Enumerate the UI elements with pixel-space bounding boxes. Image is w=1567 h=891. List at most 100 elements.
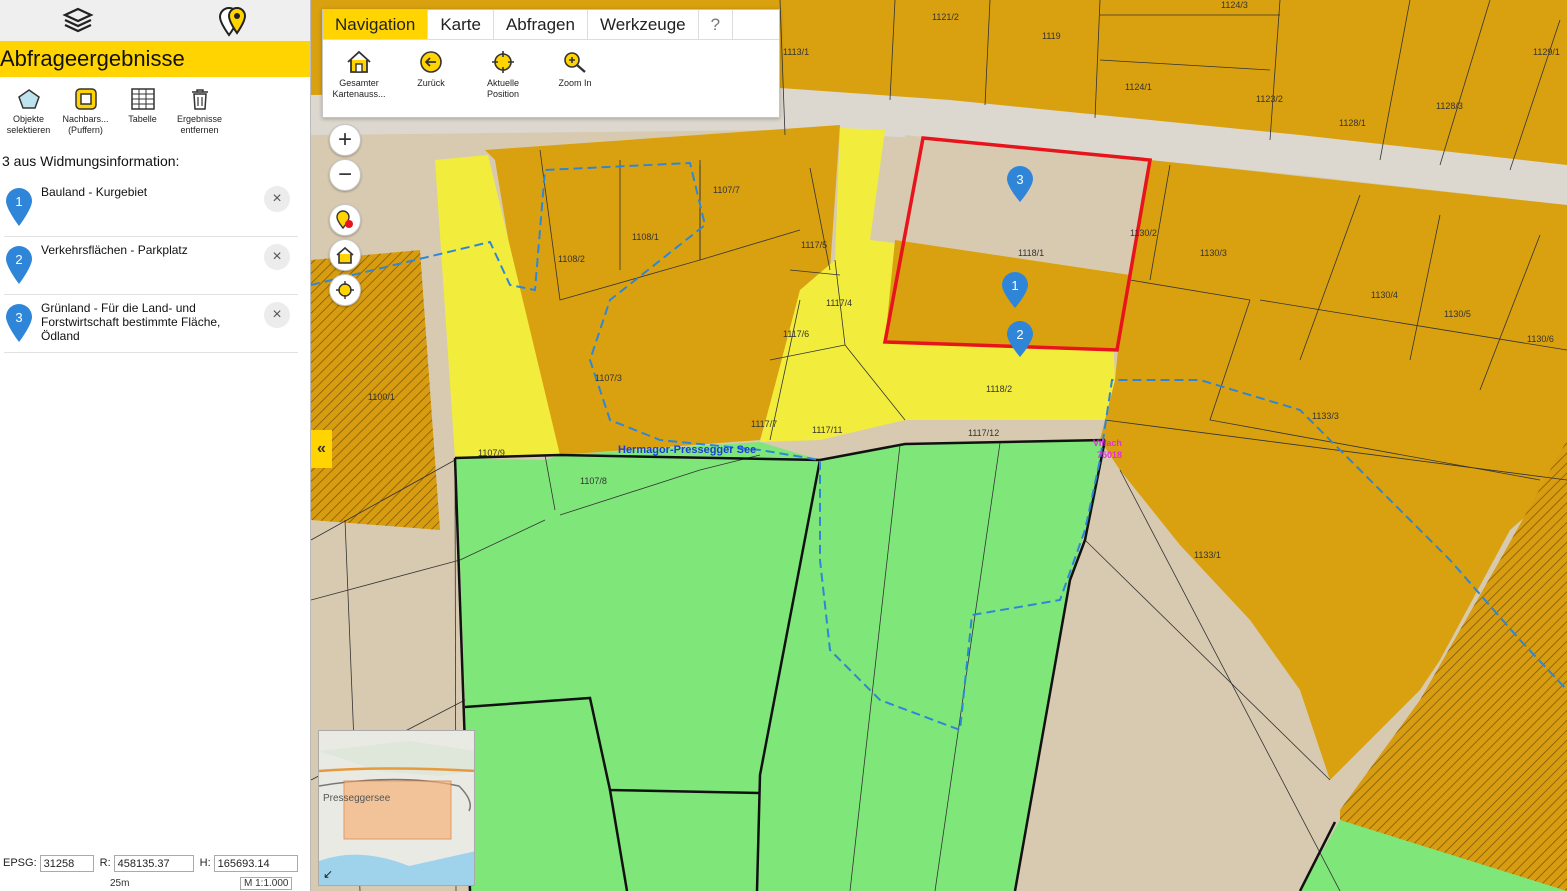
parcel-label: 1124/3 <box>1221 0 1248 10</box>
panel-title: Abfrageergebnisse <box>0 41 310 77</box>
home-icon <box>336 246 354 264</box>
back-arrow-icon <box>420 51 442 73</box>
table-button[interactable]: Tabelle <box>114 85 171 141</box>
r-field[interactable]: 458135.37 <box>113 854 194 872</box>
scale-row: 25m M 1:1.000 <box>0 876 311 891</box>
tool-label: selektieren <box>6 125 51 135</box>
select-objects-button[interactable]: Objekte selektieren <box>0 85 57 141</box>
current-position-button[interactable]: Aktuelle Position <box>467 48 539 100</box>
list-item[interactable]: 1 Bauland - Kurgebiet × <box>4 179 298 237</box>
parcel-label: 1117/5 <box>801 240 827 250</box>
result-text: Verkehrsflächen - Parkplatz <box>41 243 188 257</box>
overview-toggle-icon[interactable]: ↙ <box>323 867 333 881</box>
tab-help[interactable]: ? <box>699 10 734 39</box>
parcel-label: 1107/3 <box>595 373 622 383</box>
tool-label: Ergebnisse <box>176 114 223 124</box>
tab-werkzeuge[interactable]: Werkzeuge <box>588 10 699 39</box>
buffer-button[interactable]: Nachbars... (Puffern) <box>57 85 114 141</box>
parcel-label: 1124/1 <box>1125 82 1152 92</box>
parcel-label: 1108/1 <box>632 232 659 242</box>
parcel-label: 1113/1 <box>783 47 809 57</box>
parcel-label: 1133/1 <box>1194 550 1221 560</box>
close-button[interactable]: × <box>264 302 290 328</box>
zoom-out-button[interactable]: − <box>329 159 361 191</box>
tool-label: entfernen <box>180 125 219 135</box>
close-button[interactable]: × <box>264 186 290 212</box>
menu-item-label: Kartenauss... <box>332 89 386 99</box>
location-marker-button[interactable] <box>329 204 361 236</box>
parcel-label: 1117/11 <box>812 425 843 435</box>
overview-place-label: Presseggersee <box>323 793 391 804</box>
panel-tabs <box>0 0 310 41</box>
svg-text:1: 1 <box>15 194 22 209</box>
buffer-icon <box>74 88 97 110</box>
tool-label: (Puffern) <box>68 125 103 135</box>
svg-text:2: 2 <box>15 252 22 267</box>
menu-items: Gesamter Kartenauss... Zurück Aktuelle P… <box>323 40 779 100</box>
result-list: 1 Bauland - Kurgebiet × 2 Verkehrsfläche… <box>0 179 310 353</box>
menu-item-label: Aktuelle <box>486 78 520 88</box>
parcel-label: 1119 <box>1042 31 1061 41</box>
parcel-label: 1117/12 <box>968 428 999 438</box>
parcel-label: 1108/2 <box>558 254 585 264</box>
parcel-label: 1128/1 <box>1339 118 1366 128</box>
scale-field[interactable]: M 1:1.000 <box>240 877 293 890</box>
crosshair-icon <box>336 281 354 299</box>
parcel-label: 1123/2 <box>1256 94 1283 104</box>
tab-navigation[interactable]: Navigation <box>323 10 429 39</box>
result-heading: 3 aus Widmungsinformation: <box>2 153 180 169</box>
overview-map[interactable]: Presseggersee ↙ <box>318 730 475 886</box>
parcel-label: 1133/3 <box>1312 411 1339 421</box>
panel-toolbar: Objekte selektieren Nachbars... (Puffern… <box>0 77 310 141</box>
home-button[interactable] <box>329 239 361 271</box>
list-item[interactable]: 3 Grünland - Für die Land- und Forstwirt… <box>4 295 298 353</box>
parcel-label: 1129/1 <box>1533 47 1560 57</box>
parcel-label: 1117/7 <box>751 419 777 429</box>
parcel-label: 1118/2 <box>986 384 1012 394</box>
tab-query-results[interactable] <box>155 0 310 41</box>
menu-item-label: Zoom In <box>558 78 592 88</box>
parcel-label: 1130/5 <box>1444 309 1471 319</box>
query-panel: Abfrageergebnisse Objekte selektieren Na… <box>0 0 311 891</box>
parcel-label: 1117/4 <box>826 298 852 308</box>
overview-map-layer <box>319 731 474 885</box>
zoom-in-tool-button[interactable]: Zoom In <box>539 48 611 100</box>
marker-pin-icon: 1 <box>6 188 32 226</box>
locate-button[interactable] <box>329 274 361 306</box>
cadastral-label: Villach <box>1093 438 1122 448</box>
svg-text:1: 1 <box>1011 278 1018 293</box>
toolbar-menu: Navigation Karte Abfragen Werkzeuge ? Ge… <box>322 9 780 118</box>
svg-text:3: 3 <box>1016 172 1023 187</box>
crosshair-icon <box>492 51 514 73</box>
parcel-label: 1130/4 <box>1371 290 1398 300</box>
full-extent-button[interactable]: Gesamter Kartenauss... <box>323 48 395 100</box>
h-field[interactable]: 165693.14 <box>213 854 298 872</box>
close-button[interactable]: × <box>264 244 290 270</box>
parcel-label: 1130/6 <box>1527 334 1554 344</box>
tab-layers[interactable] <box>0 0 155 41</box>
parcel-label: 1100/1 <box>368 392 395 402</box>
tool-label: Tabelle <box>128 114 157 124</box>
cadastral-label: 75018 <box>1097 450 1122 460</box>
back-button[interactable]: Zurück <box>395 48 467 100</box>
menu-item-label: Position <box>486 89 520 99</box>
tool-label: Objekte <box>12 114 45 124</box>
location-pin-icon <box>336 210 353 230</box>
scale-bar-label: 25m <box>110 878 130 889</box>
parcel-label: 1121/2 <box>932 12 959 22</box>
collapse-panel-button[interactable]: « <box>311 430 332 468</box>
parcel-label: 1118/1 <box>1018 248 1044 258</box>
h-label: H: <box>199 857 211 869</box>
svg-text:2: 2 <box>1016 327 1023 342</box>
list-item[interactable]: 2 Verkehrsflächen - Parkplatz × <box>4 237 298 295</box>
remove-results-button[interactable]: Ergebnisse entfernen <box>171 85 228 141</box>
tab-abfragen[interactable]: Abfragen <box>494 10 588 39</box>
tab-karte[interactable]: Karte <box>428 10 494 39</box>
map-canvas[interactable]: 1113/1 1121/2 1119 1124/3 1129/1 1124/1 … <box>311 0 1567 891</box>
table-icon <box>130 88 155 110</box>
epsg-field[interactable]: 31258 <box>39 854 94 872</box>
marker-pin-icon: 2 <box>6 246 32 284</box>
r-label: R: <box>99 857 111 869</box>
zoom-in-icon <box>564 52 586 73</box>
zoom-in-button[interactable]: + <box>329 124 361 156</box>
